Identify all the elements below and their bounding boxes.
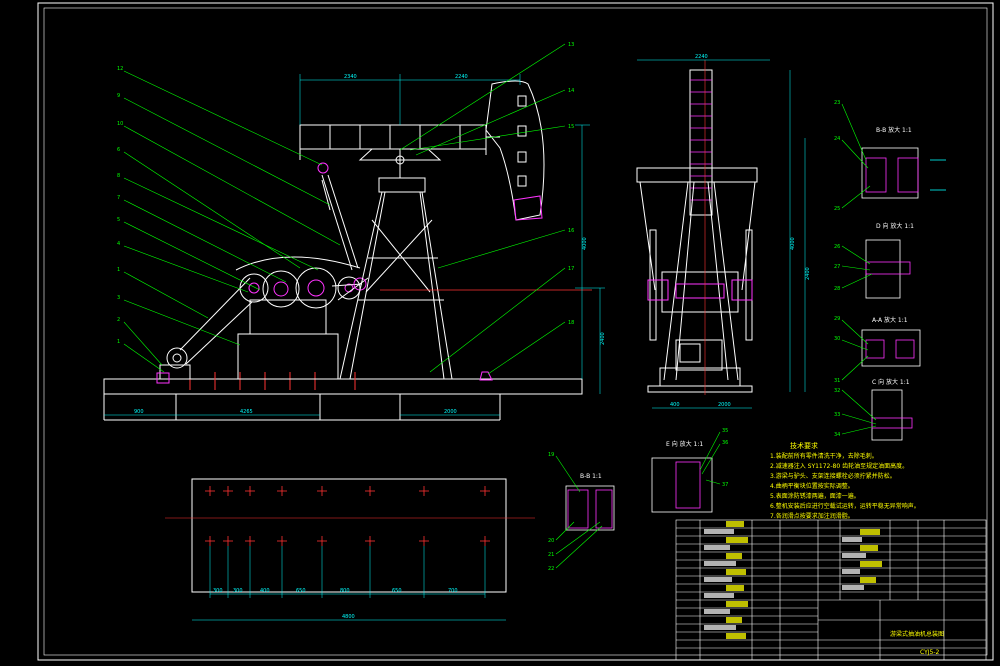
cad-drawing-canvas: 2340 2240 4000 2400 900 4265 2000 12 9 1… bbox=[37, 2, 994, 661]
balloon-37: 37 bbox=[722, 482, 728, 488]
balloon-main-left-12: 1 bbox=[117, 339, 120, 345]
balloon-main-right-1: 13 bbox=[568, 42, 574, 48]
plan-dim-7: 700 bbox=[448, 588, 458, 594]
dim-top-2: 2240 bbox=[455, 74, 468, 80]
plan-dim-1: 300 bbox=[213, 588, 223, 594]
detail-title-1: B-B 放大 1:1 bbox=[876, 126, 912, 134]
plan-dim-6: 650 bbox=[392, 588, 402, 594]
dim-bottom-2: 4265 bbox=[240, 409, 253, 415]
balloon-21: 21 bbox=[548, 552, 554, 558]
balloon-33: 33 bbox=[834, 412, 840, 418]
balloon-19: 19 bbox=[548, 452, 554, 458]
tech-requirement-6: 6.整机安装后应进行空载试运转，运转平稳无异常响声。 bbox=[770, 502, 920, 510]
balloon-main-left-4: 6 bbox=[117, 147, 120, 153]
balloon-main-left-5: 8 bbox=[117, 173, 120, 179]
tech-requirement-3: 3.游梁与驴头、支架连接螺栓必须拧紧并防松。 bbox=[770, 472, 896, 480]
balloon-31: 31 bbox=[834, 378, 840, 384]
tech-requirement-2: 2.减速器注入 SY1172-80 齿轮油至规定油面高度。 bbox=[770, 462, 908, 470]
plan-dim-5: 800 bbox=[340, 588, 350, 594]
side-view-dimensions bbox=[637, 59, 806, 409]
balloon-main-left-6: 7 bbox=[117, 195, 120, 201]
base-plan-view bbox=[165, 478, 535, 593]
base-plan-dimensions bbox=[192, 546, 506, 621]
detail-title-6: B-B 1:1 bbox=[580, 473, 602, 480]
balloon-24: 24 bbox=[834, 136, 840, 142]
walking-beam bbox=[299, 124, 500, 178]
balloon-main-left-2: 9 bbox=[117, 93, 120, 99]
detail-title-3: A-A 放大 1:1 bbox=[872, 316, 908, 324]
detail-title-5: E 向 放大 1:1 bbox=[666, 440, 703, 448]
tech-requirement-4: 4.曲柄平衡块位置按实际调整。 bbox=[770, 482, 854, 490]
plan-dim-2: 300 bbox=[233, 588, 243, 594]
plan-dim-4: 650 bbox=[296, 588, 306, 594]
detail-title-4: C 向 放大 1:1 bbox=[872, 378, 910, 386]
foundation bbox=[103, 378, 583, 395]
plan-dim-3: 400 bbox=[260, 588, 270, 594]
balloon-main-left-3: 10 bbox=[117, 121, 123, 127]
balloon-main-right-3: 15 bbox=[568, 124, 574, 130]
balloon-main-right-2: 14 bbox=[568, 88, 574, 94]
horse-head bbox=[485, 80, 545, 221]
balloon-main-left-7: 5 bbox=[117, 217, 120, 223]
reducer-gears bbox=[239, 267, 361, 309]
tech-requirement-5: 5.表面涂防锈漆两遍，面漆一遍。 bbox=[770, 492, 860, 500]
balloon-32: 32 bbox=[834, 388, 840, 394]
balloon-22: 22 bbox=[548, 566, 554, 572]
balloon-29: 29 bbox=[834, 316, 840, 322]
reducer-base bbox=[237, 333, 339, 380]
balloon-main-left-8: 4 bbox=[117, 241, 120, 247]
side-dim-bottom-1: 400 bbox=[670, 402, 680, 408]
tech-requirements: 技术要求 1.装配前所有零件清洗干净，去除毛刺。 2.减速器注入 SY1172-… bbox=[770, 441, 920, 520]
balloon-36: 36 bbox=[722, 440, 728, 446]
dim-right-2: 2400 bbox=[600, 332, 606, 345]
drawing-frame-outer bbox=[37, 2, 994, 661]
balloon-main-left-9: 1 bbox=[117, 267, 120, 273]
title-block-drawing-number: CYJ5-2 bbox=[920, 649, 940, 656]
dim-top-1: 2340 bbox=[344, 74, 357, 80]
balloon-35: 35 bbox=[722, 428, 728, 434]
balloon-30: 30 bbox=[834, 336, 840, 342]
balloon-main-right-5: 17 bbox=[568, 266, 574, 272]
balloon-28: 28 bbox=[834, 286, 840, 292]
tech-requirement-1: 1.装配前所有零件清洗干净，去除毛刺。 bbox=[770, 452, 878, 460]
main-view bbox=[103, 80, 592, 421]
side-view bbox=[636, 60, 758, 395]
balloon-main-left-1: 12 bbox=[117, 66, 123, 72]
balloon-26: 26 bbox=[834, 244, 840, 250]
dim-bottom-3: 2000 bbox=[444, 409, 457, 415]
dim-bottom-1: 900 bbox=[134, 409, 144, 415]
side-dim-top: 2240 bbox=[695, 54, 708, 60]
balloon-34: 34 bbox=[834, 432, 840, 438]
balloon-main-right-4: 16 bbox=[568, 228, 574, 234]
balloon-main-left-10: 3 bbox=[117, 295, 120, 301]
title-block-drawing-title: 游梁式抽油机总装图 bbox=[890, 630, 944, 638]
leader-lines bbox=[123, 43, 566, 375]
parts-list bbox=[675, 519, 987, 661]
balloon-main-left-11: 2 bbox=[117, 317, 120, 323]
dim-right-1: 4000 bbox=[582, 237, 588, 250]
tech-requirements-heading: 技术要求 bbox=[790, 441, 818, 450]
balloon-27: 27 bbox=[834, 264, 840, 270]
tech-requirement-7: 7.各润滑点按要求加注润滑脂。 bbox=[770, 512, 854, 520]
balloon-23: 23 bbox=[834, 100, 840, 106]
detail-title-2: D 向 放大 1:1 bbox=[876, 222, 914, 230]
pitman bbox=[321, 174, 353, 271]
side-dim-bottom-2: 2000 bbox=[718, 402, 731, 408]
balloon-main-right-6: 18 bbox=[568, 320, 574, 326]
balloon-20: 20 bbox=[548, 538, 554, 544]
plan-dim-total: 4800 bbox=[342, 614, 355, 620]
balloon-25: 25 bbox=[834, 206, 840, 212]
side-dim-right-1: 4000 bbox=[790, 237, 796, 250]
side-dim-right-2: 2400 bbox=[805, 267, 811, 280]
